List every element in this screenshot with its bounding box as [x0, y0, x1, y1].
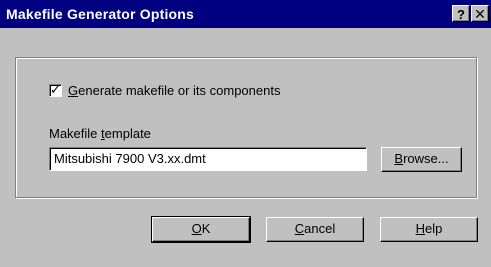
- mnemonic-o: O: [191, 221, 202, 236]
- ok-button[interactable]: OK: [151, 216, 251, 243]
- mnemonic-h: H: [415, 221, 426, 236]
- makefile-template-input[interactable]: Mitsubishi 7900 V3.xx.dmt: [49, 147, 367, 171]
- mnemonic-g: G: [68, 83, 79, 98]
- help-button[interactable]: Help: [380, 217, 478, 242]
- label-rest: emplate: [104, 126, 151, 141]
- mnemonic-b: B: [394, 151, 404, 166]
- label-prefix: Makefile: [49, 126, 102, 141]
- dialog-window: Makefile Generator Options ? ✕ ✓ Generat…: [0, 0, 491, 267]
- label-rest: rowse...: [403, 151, 449, 166]
- window-title: Makefile Generator Options: [6, 6, 195, 22]
- label-rest: elp: [425, 221, 443, 236]
- browse-button[interactable]: Browse...: [381, 147, 462, 172]
- context-help-button[interactable]: ?: [452, 5, 470, 22]
- label-rest: K: [201, 221, 211, 236]
- checkmark-icon: ✓: [50, 82, 61, 97]
- generate-makefile-label[interactable]: Generate makefile or its components: [68, 83, 280, 98]
- generate-makefile-checkbox-row[interactable]: ✓ Generate makefile or its components: [49, 82, 280, 98]
- question-mark-icon: ?: [457, 7, 465, 22]
- close-icon: ✕: [474, 6, 486, 22]
- cancel-button[interactable]: Cancel: [266, 217, 364, 242]
- mnemonic-c: C: [294, 221, 305, 236]
- label-rest: ancel: [304, 221, 336, 236]
- label-rest: enerate makefile or its components: [78, 83, 281, 98]
- makefile-template-label: Makefile template: [49, 126, 151, 141]
- title-bar[interactable]: Makefile Generator Options ? ✕: [0, 0, 491, 28]
- generate-makefile-checkbox[interactable]: ✓: [49, 82, 62, 97]
- close-button[interactable]: ✕: [471, 5, 489, 22]
